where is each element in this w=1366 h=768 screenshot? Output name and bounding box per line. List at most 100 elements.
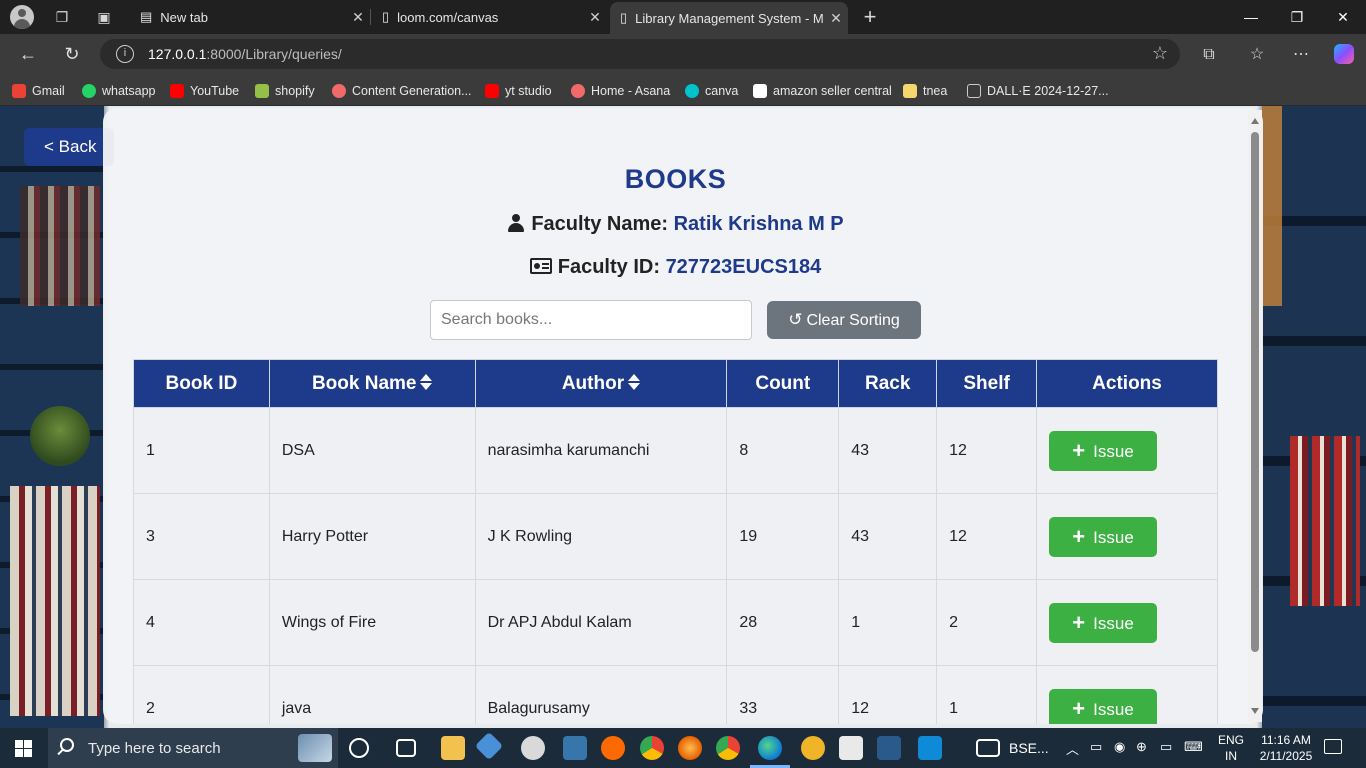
issue-button[interactable]: + Issue [1049,516,1158,557]
taskbar-app-label[interactable]: BSE... [1009,740,1049,756]
globe-icon[interactable]: ⊕ [1136,739,1147,755]
page-scrollbar[interactable] [1248,110,1262,722]
clear-sorting-button[interactable]: ↺ Clear Sorting [767,301,921,339]
more-menu-icon[interactable]: ⋯ [1290,44,1312,66]
tab-new-tab[interactable]: ▤ New tab ✕ [130,0,370,34]
column-header-actions: Actions [1036,359,1218,408]
faculty-id-value: 727723EUCS184 [665,256,822,278]
extensions-icon[interactable]: ⧉ [1198,44,1220,66]
paint-icon[interactable] [521,736,545,760]
mysql-icon[interactable] [877,736,901,760]
bookmark-asana[interactable]: Home - Asana [571,82,670,100]
task-view-icon[interactable] [396,739,416,757]
bookmark-amazon-seller[interactable]: amazon seller central [753,82,892,100]
bookmark-canva[interactable]: canva [685,82,738,100]
cortana-icon[interactable] [349,738,369,758]
file-explorer-icon[interactable] [441,736,465,760]
favorite-star-icon[interactable]: ☆ [1152,43,1168,64]
scroll-up-arrow-icon[interactable] [1251,118,1259,124]
app-window-icon[interactable] [976,739,1000,757]
cell-rack: 43 [838,407,938,494]
back-button[interactable]: < Back [24,128,114,166]
bookmark-youtube[interactable]: YouTube [170,82,239,100]
close-tab-icon[interactable]: ✕ [346,9,370,26]
restore-icon[interactable]: ❐ [1274,0,1320,34]
cell-book-id: 2 [133,665,270,724]
search-books-input[interactable] [430,300,752,340]
notification-icon[interactable] [1324,739,1342,754]
table-row: 3 Harry Potter J K Rowling 19 43 12 + Iss… [133,493,1218,580]
scroll-down-arrow-icon[interactable] [1251,708,1259,714]
browser-toolbar: ← ↻ i 127.0.0.1:8000/Library/queries/ ☆ … [0,34,1366,74]
bookmark-tnea[interactable]: tnea [903,82,947,100]
close-window-icon[interactable]: ✕ [1320,0,1366,34]
cell-author: J K Rowling [474,493,728,580]
bookmark-whatsapp[interactable]: whatsapp [82,82,156,100]
column-header-book-id: Book ID [133,359,270,408]
plus-icon: + [1072,695,1086,721]
issue-button[interactable]: + Issue [1049,430,1158,471]
youtube-icon [485,84,499,98]
address-url[interactable]: 127.0.0.1:8000/Library/queries/ [148,46,342,62]
webcam-icon[interactable]: ◉ [1114,739,1125,755]
favorites-icon[interactable]: ☆ [1246,44,1268,66]
python-icon[interactable] [563,736,587,760]
app-icon[interactable] [601,736,625,760]
bookmark-dalle[interactable]: DALL·E 2024-12-27... [967,82,1109,100]
search-highlight-icon [298,734,332,762]
language-indicator[interactable]: ENG IN [1218,732,1244,764]
issue-button[interactable]: + Issue [1049,688,1158,724]
battery-icon[interactable]: ▭ [1160,739,1172,755]
workspaces-icon[interactable]: ❐ [52,7,72,27]
bookmark-yt-studio[interactable]: yt studio [485,82,552,100]
cell-rack: 1 [838,579,938,666]
scroll-thumb[interactable] [1251,132,1259,652]
cell-author: Balagurusamy [474,665,728,724]
app-icon[interactable] [801,736,825,760]
back-arrow-icon[interactable]: ← [16,42,40,66]
windows-start-icon[interactable] [15,740,32,757]
minimize-icon[interactable]: — [1228,0,1274,34]
taskbar-search[interactable]: Type here to search [48,728,338,768]
close-tab-icon[interactable]: ✕ [824,10,848,27]
close-tab-icon[interactable]: ✕ [583,9,607,26]
column-header-author[interactable]: Author [474,359,728,408]
tab-library-management[interactable]: ▯ Library Management System - Ma ✕ [610,2,848,34]
refresh-icon[interactable]: ↻ [60,42,84,66]
system-clock[interactable]: 11:16 AM 2/11/2025 [1256,732,1316,764]
cell-author: narasimha karumanchi [474,407,728,494]
cell-shelf: 12 [936,407,1038,494]
firefox-icon[interactable] [678,736,702,760]
tnea-icon [903,84,917,98]
sort-icon[interactable] [420,373,433,391]
windows-taskbar: Type here to search BSE... ︿ ▭ ◉ ⊕ ▭ ⌨ E… [0,728,1366,768]
bookmark-content-generation[interactable]: Content Generation... [332,82,472,100]
vscode-icon[interactable] [918,736,942,760]
browser-tab-bar: ❐ ▣ ▤ New tab ✕ ▯ loom.com/canvas ✕ ▯ Li… [0,0,1366,34]
site-info-icon[interactable]: i [116,45,134,63]
chrome-icon[interactable] [640,736,664,760]
faculty-name-label: Faculty Name: [531,213,669,235]
page-viewport: < Back BOOKS Faculty Name: Ratik Krishna… [0,106,1366,728]
show-hidden-icons[interactable]: ︿ [1066,739,1079,758]
edge-icon[interactable] [758,736,782,760]
plus-icon: + [1072,609,1086,635]
bookmark-gmail[interactable]: Gmail [12,82,65,100]
keyboard-icon[interactable]: ⌨ [1184,739,1203,755]
issue-button[interactable]: + Issue [1049,602,1158,643]
id-card-icon [529,258,552,274]
document-app-icon[interactable] [839,736,863,760]
bookmark-shopify[interactable]: shopify [255,82,315,100]
books-table: Book ID Book Name Author Count Rack Shel… [133,359,1218,724]
chrome-icon[interactable] [716,736,740,760]
tab-loom[interactable]: ▯ loom.com/canvas ✕ [372,0,607,34]
git-app-icon[interactable] [474,731,504,761]
tab-actions-icon[interactable]: ▣ [94,7,114,27]
new-tab-button[interactable]: + [860,6,880,28]
copilot-icon[interactable] [1334,44,1354,64]
column-header-book-name[interactable]: Book Name [268,359,476,408]
sort-icon[interactable] [628,373,641,391]
network-icon[interactable]: ▭ [1090,739,1102,755]
profile-avatar[interactable] [10,5,34,29]
address-bar[interactable]: i 127.0.0.1:8000/Library/queries/ ☆ [100,39,1180,69]
